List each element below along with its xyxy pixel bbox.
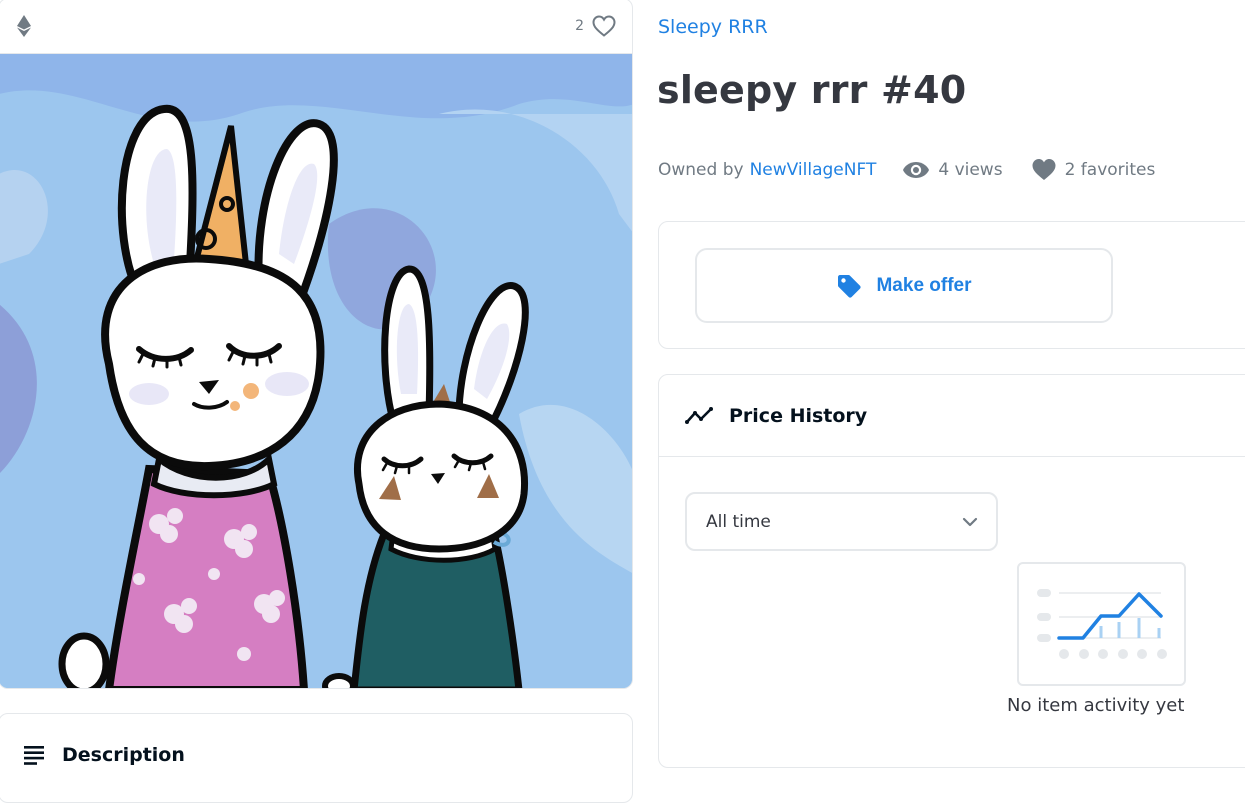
ethereum-icon (17, 15, 31, 37)
bunny-artwork (0, 54, 632, 688)
favorite-control[interactable]: 2 (575, 15, 616, 37)
favorites-label: 2 favorites (1064, 159, 1156, 180)
price-history-panel: Price History All time No item activity … (658, 374, 1245, 768)
eye-icon (903, 161, 930, 178)
description-panel[interactable]: Description (0, 713, 633, 803)
make-offer-label: Make offer (876, 274, 972, 296)
favorites-count[interactable]: 2 favorites (1031, 158, 1156, 181)
item-meta-row: Owned by NewVillageNFT 4 views 2 favorit… (658, 158, 1155, 181)
make-offer-button[interactable]: Make offer (695, 248, 1113, 323)
empty-chart-icon (1037, 589, 1167, 659)
offer-panel: Make offer (658, 221, 1245, 349)
empty-chart-illustration (1017, 562, 1186, 686)
collection-link[interactable]: Sleepy RRR (658, 16, 768, 38)
favorite-count: 2 (575, 18, 584, 34)
views-count: 4 views (902, 159, 1003, 180)
heart-filled-icon (1032, 159, 1056, 180)
owner-link[interactable]: NewVillageNFT (750, 160, 877, 180)
owner-info: Owned by (658, 160, 744, 180)
price-history-header[interactable]: Price History (659, 375, 1245, 457)
views-label: 4 views (938, 159, 1003, 180)
empty-activity-message: No item activity yet (1007, 695, 1185, 716)
list-lines-icon (24, 746, 44, 765)
heart-outline-icon[interactable] (592, 15, 616, 37)
item-title: sleepy rrr #40 (657, 68, 967, 112)
chevron-down-icon (962, 517, 978, 526)
time-range-value: All time (706, 511, 771, 532)
media-header: 2 (0, 0, 632, 54)
time-range-select[interactable]: All time (685, 492, 998, 551)
nft-media-card: 2 (0, 0, 633, 689)
trend-line-icon (685, 406, 713, 424)
owned-by-label: Owned by (658, 159, 744, 180)
description-title: Description (62, 744, 185, 766)
description-header[interactable]: Description (0, 714, 632, 766)
price-history-title: Price History (729, 404, 868, 427)
nft-artwork-image[interactable] (0, 54, 632, 688)
tag-icon (838, 274, 862, 298)
